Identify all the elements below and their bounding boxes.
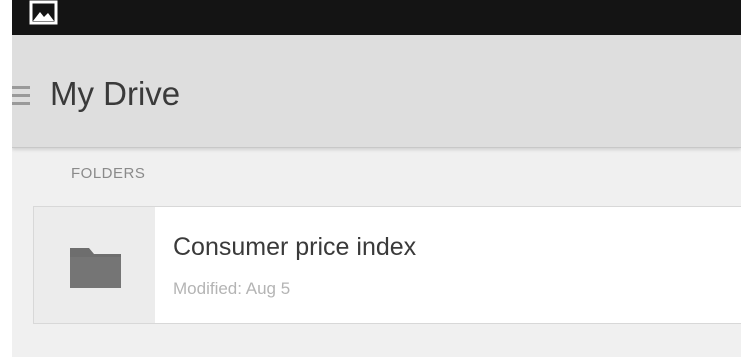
folder-modified-date: Modified: Aug 5: [173, 279, 291, 298]
folder-item[interactable]: Consumer price index Modified: Aug 5: [33, 206, 741, 324]
status-bar: [12, 0, 741, 35]
folder-name: Consumer price index: [173, 233, 417, 261]
hamburger-menu-icon[interactable]: [12, 84, 30, 108]
drive-screen: My Drive FOLDERS Consumer price index Mo…: [12, 0, 741, 357]
image-notification-icon: [29, 0, 58, 25]
folders-section-header: FOLDERS: [71, 165, 146, 182]
action-bar: My Drive: [12, 35, 741, 148]
folder-thumbnail: [34, 207, 155, 323]
page-title[interactable]: My Drive: [50, 74, 180, 114]
folder-icon: [70, 248, 121, 288]
